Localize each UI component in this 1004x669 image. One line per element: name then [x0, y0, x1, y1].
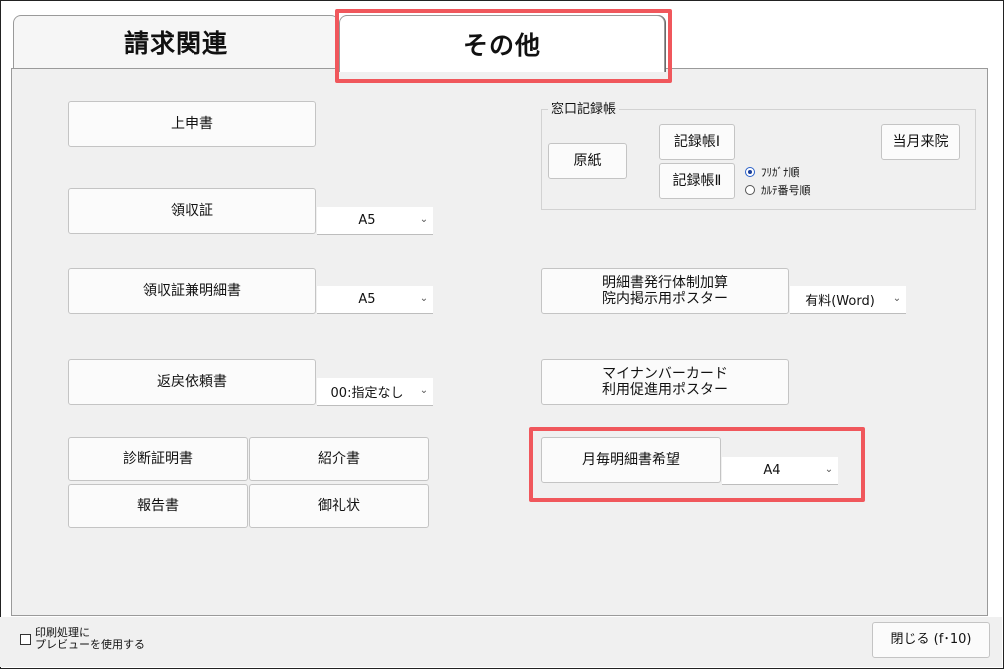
- shindan-button[interactable]: 診断証明書: [68, 437, 248, 481]
- genshi-button[interactable]: 原紙: [548, 143, 627, 179]
- henrei-label: 返戻依頼書: [157, 373, 227, 390]
- kiroku1-label: 記録帳Ⅰ: [673, 133, 721, 150]
- ryoshusho-meisai-button[interactable]: 領収証兼明細書: [68, 268, 316, 314]
- ryoshusho-label: 領収証: [171, 202, 213, 219]
- myna-line2: 利用促進用ポスター: [602, 382, 728, 398]
- ryoshusho-button[interactable]: 領収証: [68, 188, 316, 234]
- genshi-label: 原紙: [573, 152, 602, 169]
- ryoshusho-meisai-size-value: A5: [358, 292, 376, 307]
- radio-karte[interactable]: ｶﾙﾃ番号順: [745, 182, 811, 198]
- henrei-select[interactable]: 00:指定なし ⌄: [317, 378, 433, 406]
- jochusho-button[interactable]: 上申書: [68, 101, 316, 147]
- maitsuki-size-value: A4: [763, 463, 781, 478]
- chevron-down-icon: ⌄: [824, 464, 834, 475]
- radio-selected-icon: [745, 167, 755, 177]
- tab-billing[interactable]: 請求関連: [13, 15, 339, 68]
- tab-other-label: その他: [462, 31, 541, 60]
- onrei-label: 御礼状: [318, 497, 360, 514]
- chevron-down-icon: ⌄: [419, 385, 429, 396]
- hokoku-label: 報告書: [137, 497, 179, 514]
- ryoshusho-size-select[interactable]: A5 ⌄: [317, 207, 433, 235]
- henrei-select-value: 00:指定なし: [330, 386, 404, 401]
- footer-bar: [0, 617, 1002, 667]
- radio-furigana-label: ﾌﾘｶﾞﾅ順: [761, 166, 800, 179]
- tougetsu-raiin-button[interactable]: 当月来院: [881, 124, 960, 160]
- shindan-label: 診断証明書: [123, 450, 193, 467]
- close-button[interactable]: 閉じる (f･10): [872, 622, 990, 658]
- chevron-down-icon: ⌄: [419, 293, 429, 304]
- madoguchi-group-title: 窓口記録帳: [548, 98, 620, 117]
- shokai-label: 紹介書: [318, 450, 360, 467]
- tab-billing-label: 請求関連: [123, 29, 228, 58]
- meisai-poster-line2: 院内掲示用ポスター: [602, 291, 728, 307]
- meisai-poster-button[interactable]: 明細書発行体制加算 院内掲示用ポスター: [541, 268, 789, 314]
- chevron-down-icon: ⌄: [892, 293, 902, 304]
- meisai-poster-select[interactable]: 有料(Word) ⌄: [790, 286, 906, 314]
- meisai-poster-select-value: 有料(Word): [805, 294, 875, 309]
- kiroku1-button[interactable]: 記録帳Ⅰ: [659, 124, 735, 160]
- radio-furigana[interactable]: ﾌﾘｶﾞﾅ順: [745, 164, 800, 180]
- radio-unselected-icon: [745, 185, 755, 195]
- radio-karte-label: ｶﾙﾃ番号順: [761, 184, 811, 197]
- kiroku2-label: 記録帳Ⅱ: [672, 172, 722, 189]
- myna-line1: マイナンバーカード: [602, 365, 728, 382]
- preview-label-line2: プレビューを使用する: [35, 638, 145, 651]
- tab-other[interactable]: その他: [339, 15, 665, 72]
- maitsuki-label: 月毎明細書希望: [582, 451, 680, 468]
- myna-poster-button[interactable]: マイナンバーカード 利用促進用ポスター: [541, 359, 789, 405]
- chevron-down-icon: ⌄: [419, 214, 429, 225]
- preview-checkbox[interactable]: [20, 634, 31, 645]
- onrei-button[interactable]: 御礼状: [249, 484, 429, 528]
- ryoshusho-meisai-label: 領収証兼明細書: [143, 282, 241, 299]
- hokoku-button[interactable]: 報告書: [68, 484, 248, 528]
- kiroku2-button[interactable]: 記録帳Ⅱ: [659, 163, 735, 199]
- maitsuki-size-select[interactable]: A4 ⌄: [722, 457, 838, 485]
- jochusho-label: 上申書: [171, 115, 213, 132]
- close-label: 閉じる (f･10): [890, 631, 972, 647]
- ryoshusho-size-value: A5: [358, 213, 376, 228]
- preview-checkbox-label: 印刷処理に プレビューを使用する: [35, 627, 145, 651]
- tougetsu-label: 当月来院: [892, 133, 949, 150]
- meisai-poster-line1: 明細書発行体制加算: [602, 274, 728, 291]
- ryoshusho-meisai-size-select[interactable]: A5 ⌄: [317, 286, 433, 314]
- henrei-button[interactable]: 返戻依頼書: [68, 359, 316, 405]
- maitsuki-meisai-button[interactable]: 月毎明細書希望: [541, 437, 721, 483]
- shokai-button[interactable]: 紹介書: [249, 437, 429, 481]
